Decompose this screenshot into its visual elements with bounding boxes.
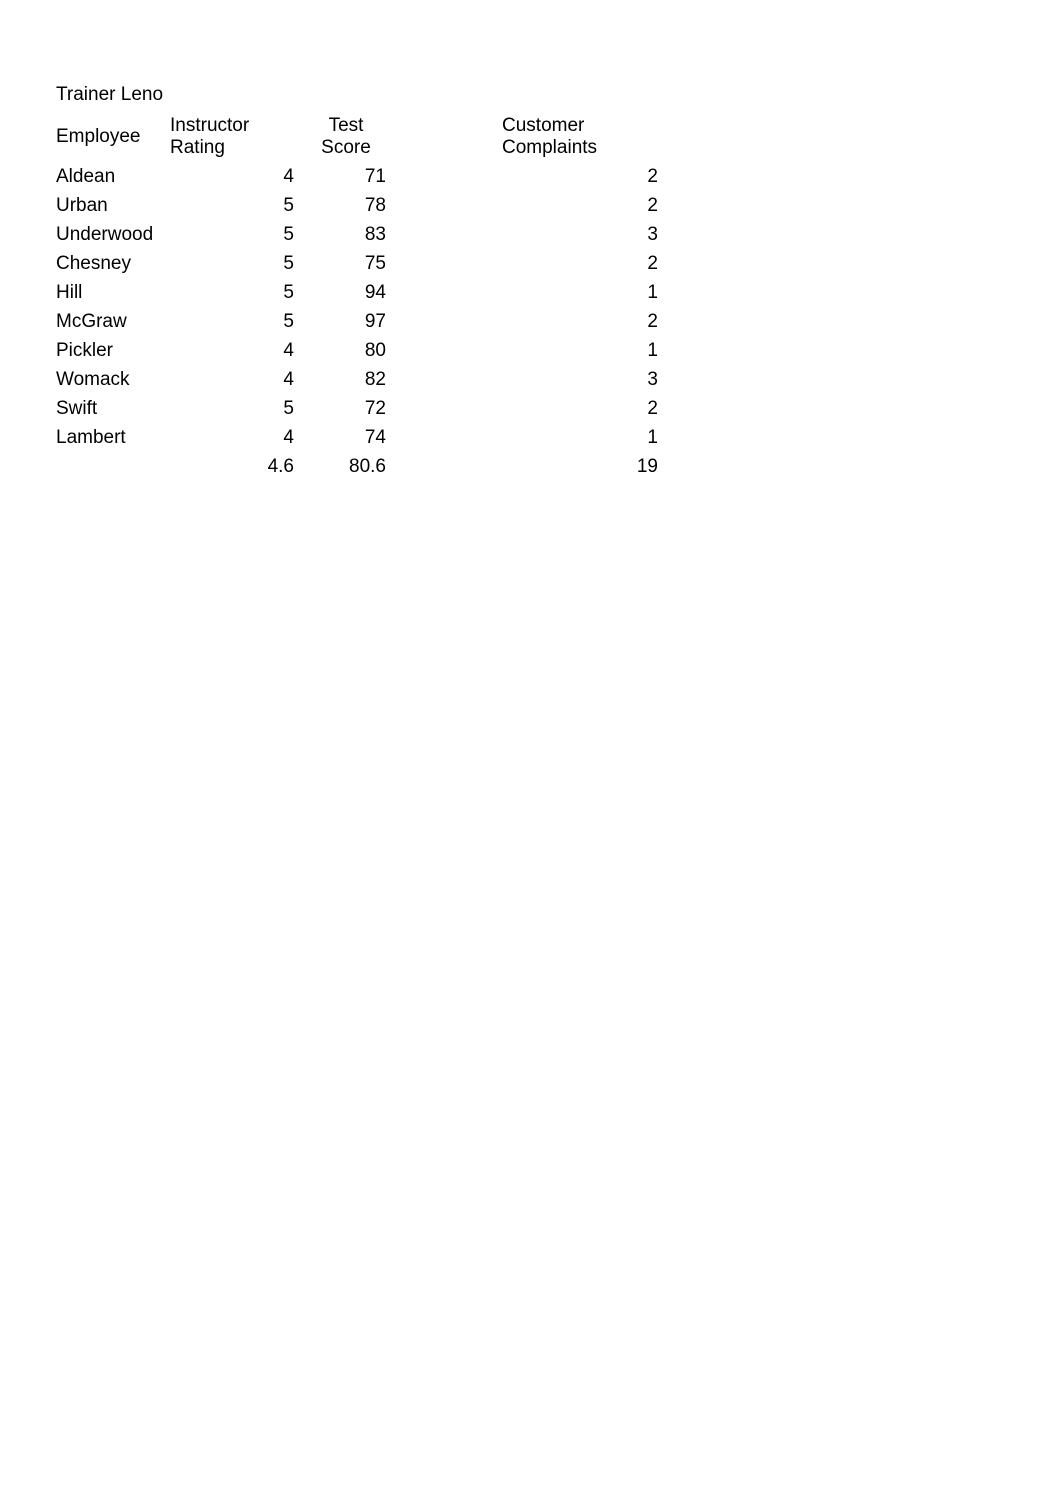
header-employee: Employee xyxy=(56,112,166,162)
cell-employee: Lambert xyxy=(56,423,166,452)
table-row: Hill5941 xyxy=(56,278,676,307)
cell-complaints: 2 xyxy=(476,307,676,336)
cell-complaints: 2 xyxy=(476,162,676,191)
cell-rating: 4 xyxy=(166,336,306,365)
cell-score: 72 xyxy=(306,394,476,423)
cell-rating: 5 xyxy=(166,307,306,336)
table-row: Womack4823 xyxy=(56,365,676,394)
cell-complaints: 1 xyxy=(476,278,676,307)
cell-score: 80 xyxy=(306,336,476,365)
table-row: Chesney5752 xyxy=(56,249,676,278)
cell-rating: 5 xyxy=(166,191,306,220)
cell-score: 71 xyxy=(306,162,476,191)
cell-score: 75 xyxy=(306,249,476,278)
table-header-row: Employee Instructor Rating Test Score Cu… xyxy=(56,112,676,162)
table-summary-row: 4.680.619 xyxy=(56,452,676,481)
table-row: Urban5782 xyxy=(56,191,676,220)
summary-complaints: 19 xyxy=(476,452,676,481)
cell-employee: Chesney xyxy=(56,249,166,278)
cell-rating: 5 xyxy=(166,220,306,249)
summary-employee xyxy=(56,452,166,481)
cell-employee: Hill xyxy=(56,278,166,307)
cell-complaints: 1 xyxy=(476,423,676,452)
cell-employee: McGraw xyxy=(56,307,166,336)
cell-score: 94 xyxy=(306,278,476,307)
cell-complaints: 1 xyxy=(476,336,676,365)
cell-complaints: 3 xyxy=(476,365,676,394)
table-row: McGraw5972 xyxy=(56,307,676,336)
cell-complaints: 3 xyxy=(476,220,676,249)
header-score: Test Score xyxy=(306,112,476,162)
cell-score: 97 xyxy=(306,307,476,336)
cell-employee: Swift xyxy=(56,394,166,423)
summary-rating: 4.6 xyxy=(166,452,306,481)
cell-rating: 4 xyxy=(166,365,306,394)
trainer-table: Employee Instructor Rating Test Score Cu… xyxy=(56,112,676,481)
cell-rating: 4 xyxy=(166,162,306,191)
table-row: Swift5722 xyxy=(56,394,676,423)
table-row: Lambert4741 xyxy=(56,423,676,452)
header-rating: Instructor Rating xyxy=(166,112,306,162)
cell-score: 82 xyxy=(306,365,476,394)
summary-score: 80.6 xyxy=(306,452,476,481)
cell-complaints: 2 xyxy=(476,191,676,220)
page-title: Trainer Leno xyxy=(56,84,1062,106)
cell-employee: Underwood xyxy=(56,220,166,249)
cell-employee: Pickler xyxy=(56,336,166,365)
cell-score: 83 xyxy=(306,220,476,249)
table-row: Pickler4801 xyxy=(56,336,676,365)
cell-complaints: 2 xyxy=(476,249,676,278)
table-row: Aldean4712 xyxy=(56,162,676,191)
table-row: Underwood5833 xyxy=(56,220,676,249)
cell-score: 78 xyxy=(306,191,476,220)
cell-rating: 5 xyxy=(166,278,306,307)
cell-rating: 5 xyxy=(166,394,306,423)
cell-score: 74 xyxy=(306,423,476,452)
cell-employee: Urban xyxy=(56,191,166,220)
cell-rating: 5 xyxy=(166,249,306,278)
cell-complaints: 2 xyxy=(476,394,676,423)
cell-employee: Aldean xyxy=(56,162,166,191)
cell-rating: 4 xyxy=(166,423,306,452)
header-complaints: Customer Complaints xyxy=(476,112,676,162)
cell-employee: Womack xyxy=(56,365,166,394)
